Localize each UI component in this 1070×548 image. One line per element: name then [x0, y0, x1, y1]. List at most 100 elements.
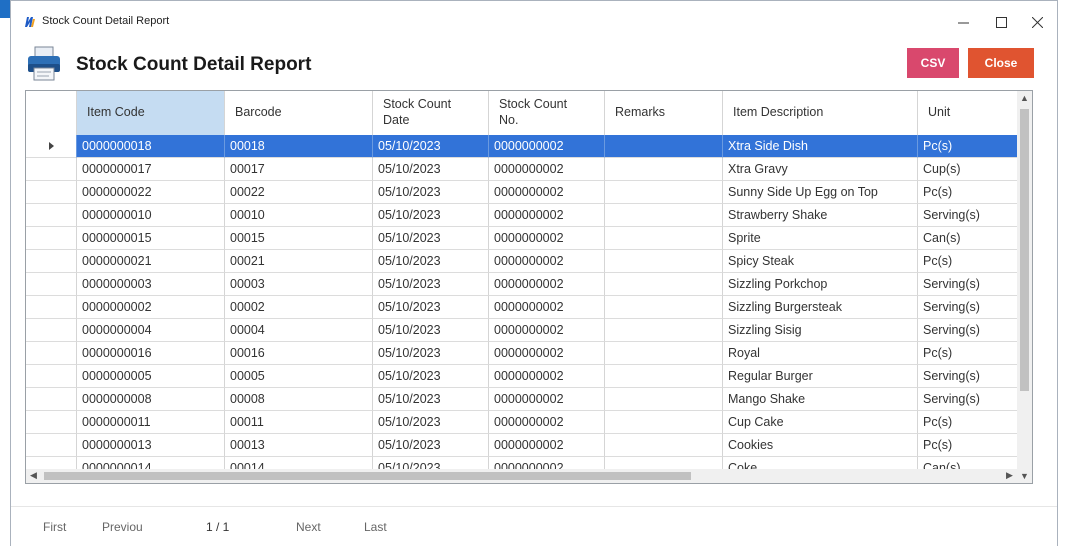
table-row[interactable]: 0000000021 00021 05/10/2023 0000000002 Spicy… — [26, 250, 1019, 273]
cell-remarks[interactable] — [605, 365, 723, 388]
cell-stock-count-no[interactable]: 0000000002 — [489, 181, 605, 204]
scroll-left-icon[interactable]: ◀ — [30, 470, 37, 481]
cell-stock-count-date[interactable]: 05/10/2023 — [373, 250, 489, 273]
data-grid[interactable]: Item Code Barcode Stock Count Date Stock … — [25, 90, 1033, 484]
cell-unit[interactable]: Pc(s) — [918, 342, 1019, 365]
table-row[interactable]: 0000000005 00005 05/10/2023 0000000002 Regul… — [26, 365, 1019, 388]
vertical-scroll-thumb[interactable] — [1020, 109, 1029, 391]
row-header[interactable] — [26, 296, 77, 319]
cell-item-description[interactable]: Regular Burger — [723, 365, 918, 388]
cell-unit[interactable]: Pc(s) — [918, 181, 1019, 204]
row-header[interactable] — [26, 204, 77, 227]
cell-item-code[interactable]: 0000000010 — [77, 204, 225, 227]
cell-stock-count-no[interactable]: 0000000002 — [489, 296, 605, 319]
cell-stock-count-date[interactable]: 05/10/2023 — [373, 388, 489, 411]
cell-item-code[interactable]: 0000000005 — [77, 365, 225, 388]
cell-unit[interactable]: Serving(s) — [918, 365, 1019, 388]
cell-remarks[interactable] — [605, 388, 723, 411]
cell-remarks[interactable] — [605, 181, 723, 204]
table-row[interactable]: 0000000018 00018 05/10/2023 0000000002 Xtra … — [26, 135, 1019, 158]
cell-item-code[interactable]: 0000000015 — [77, 227, 225, 250]
cell-stock-count-date[interactable]: 05/10/2023 — [373, 158, 489, 181]
row-header[interactable] — [26, 158, 77, 181]
cell-unit[interactable]: Serving(s) — [918, 204, 1019, 227]
cell-unit[interactable]: Serving(s) — [918, 319, 1019, 342]
cell-unit[interactable]: Pc(s) — [918, 250, 1019, 273]
cell-item-description[interactable]: Sizzling Sisig — [723, 319, 918, 342]
row-header-corner[interactable] — [26, 91, 77, 135]
table-row[interactable]: 0000000022 00022 05/10/2023 0000000002 Sunny… — [26, 181, 1019, 204]
row-header[interactable] — [26, 388, 77, 411]
cell-stock-count-no[interactable]: 0000000002 — [489, 273, 605, 296]
cell-barcode[interactable]: 00002 — [225, 296, 373, 319]
row-header[interactable] — [26, 411, 77, 434]
cell-barcode[interactable]: 00008 — [225, 388, 373, 411]
cell-stock-count-no[interactable]: 0000000002 — [489, 365, 605, 388]
pager-next[interactable]: Next — [296, 520, 321, 534]
row-header[interactable] — [26, 365, 77, 388]
cell-item-code[interactable]: 0000000004 — [77, 319, 225, 342]
cell-stock-count-date[interactable]: 05/10/2023 — [373, 204, 489, 227]
cell-stock-count-no[interactable]: 0000000002 — [489, 204, 605, 227]
pager-first[interactable]: First — [43, 520, 66, 534]
row-header[interactable] — [26, 227, 77, 250]
cell-unit[interactable]: Serving(s) — [918, 296, 1019, 319]
cell-remarks[interactable] — [605, 227, 723, 250]
cell-stock-count-no[interactable]: 0000000002 — [489, 319, 605, 342]
cell-barcode[interactable]: 00004 — [225, 319, 373, 342]
cell-item-description[interactable]: Mango Shake — [723, 388, 918, 411]
cell-barcode[interactable]: 00015 — [225, 227, 373, 250]
table-row[interactable]: 0000000008 00008 05/10/2023 0000000002 Mango… — [26, 388, 1019, 411]
cell-stock-count-date[interactable]: 05/10/2023 — [373, 319, 489, 342]
cell-barcode[interactable]: 00010 — [225, 204, 373, 227]
cell-barcode[interactable]: 00013 — [225, 434, 373, 457]
cell-item-code[interactable]: 0000000002 — [77, 296, 225, 319]
cell-barcode[interactable]: 00017 — [225, 158, 373, 181]
cell-stock-count-date[interactable]: 05/10/2023 — [373, 296, 489, 319]
row-header[interactable] — [26, 319, 77, 342]
table-row[interactable]: 0000000015 00015 05/10/2023 0000000002 Sprit… — [26, 227, 1019, 250]
row-header[interactable] — [26, 342, 77, 365]
cell-barcode[interactable]: 00011 — [225, 411, 373, 434]
cell-item-code[interactable]: 0000000016 — [77, 342, 225, 365]
cell-unit[interactable]: Pc(s) — [918, 434, 1019, 457]
cell-stock-count-date[interactable]: 05/10/2023 — [373, 365, 489, 388]
cell-unit[interactable]: Pc(s) — [918, 411, 1019, 434]
cell-stock-count-no[interactable]: 0000000002 — [489, 250, 605, 273]
title-bar[interactable]: Stock Count Detail Report — [11, 1, 1057, 41]
cell-remarks[interactable] — [605, 135, 723, 158]
cell-stock-count-date[interactable]: 05/10/2023 — [373, 273, 489, 296]
cell-item-description[interactable]: Royal — [723, 342, 918, 365]
cell-item-code[interactable]: 0000000021 — [77, 250, 225, 273]
cell-item-code[interactable]: 0000000013 — [77, 434, 225, 457]
column-header-item-code[interactable]: Item Code — [77, 91, 225, 135]
cell-stock-count-date[interactable]: 05/10/2023 — [373, 411, 489, 434]
cell-stock-count-no[interactable]: 0000000002 — [489, 227, 605, 250]
cell-stock-count-date[interactable]: 05/10/2023 — [373, 227, 489, 250]
csv-button[interactable]: CSV — [907, 48, 959, 78]
cell-remarks[interactable] — [605, 319, 723, 342]
cell-barcode[interactable]: 00003 — [225, 273, 373, 296]
horizontal-scrollbar[interactable]: ◀ ▶ — [26, 469, 1019, 483]
cell-remarks[interactable] — [605, 434, 723, 457]
table-row[interactable]: 0000000017 00017 05/10/2023 0000000002 Xtra … — [26, 158, 1019, 181]
cell-remarks[interactable] — [605, 411, 723, 434]
table-row[interactable]: 0000000011 00011 05/10/2023 0000000002 Cup C… — [26, 411, 1019, 434]
cell-unit[interactable]: Serving(s) — [918, 273, 1019, 296]
cell-item-description[interactable]: Sizzling Burgersteak — [723, 296, 918, 319]
cell-item-code[interactable]: 0000000018 — [77, 135, 225, 158]
cell-barcode[interactable]: 00022 — [225, 181, 373, 204]
cell-remarks[interactable] — [605, 296, 723, 319]
table-row[interactable]: 0000000004 00004 05/10/2023 0000000002 Sizzl… — [26, 319, 1019, 342]
cell-barcode[interactable]: 00018 — [225, 135, 373, 158]
scroll-right-icon[interactable]: ▶ — [1006, 470, 1013, 481]
cell-item-description[interactable]: Xtra Side Dish — [723, 135, 918, 158]
minimize-icon[interactable] — [943, 7, 983, 37]
cell-remarks[interactable] — [605, 342, 723, 365]
cell-item-description[interactable]: Strawberry Shake — [723, 204, 918, 227]
cell-unit[interactable]: Can(s) — [918, 227, 1019, 250]
row-header[interactable] — [26, 181, 77, 204]
cell-item-code[interactable]: 0000000017 — [77, 158, 225, 181]
cell-stock-count-no[interactable]: 0000000002 — [489, 135, 605, 158]
table-row[interactable]: 0000000003 00003 05/10/2023 0000000002 Sizzl… — [26, 273, 1019, 296]
